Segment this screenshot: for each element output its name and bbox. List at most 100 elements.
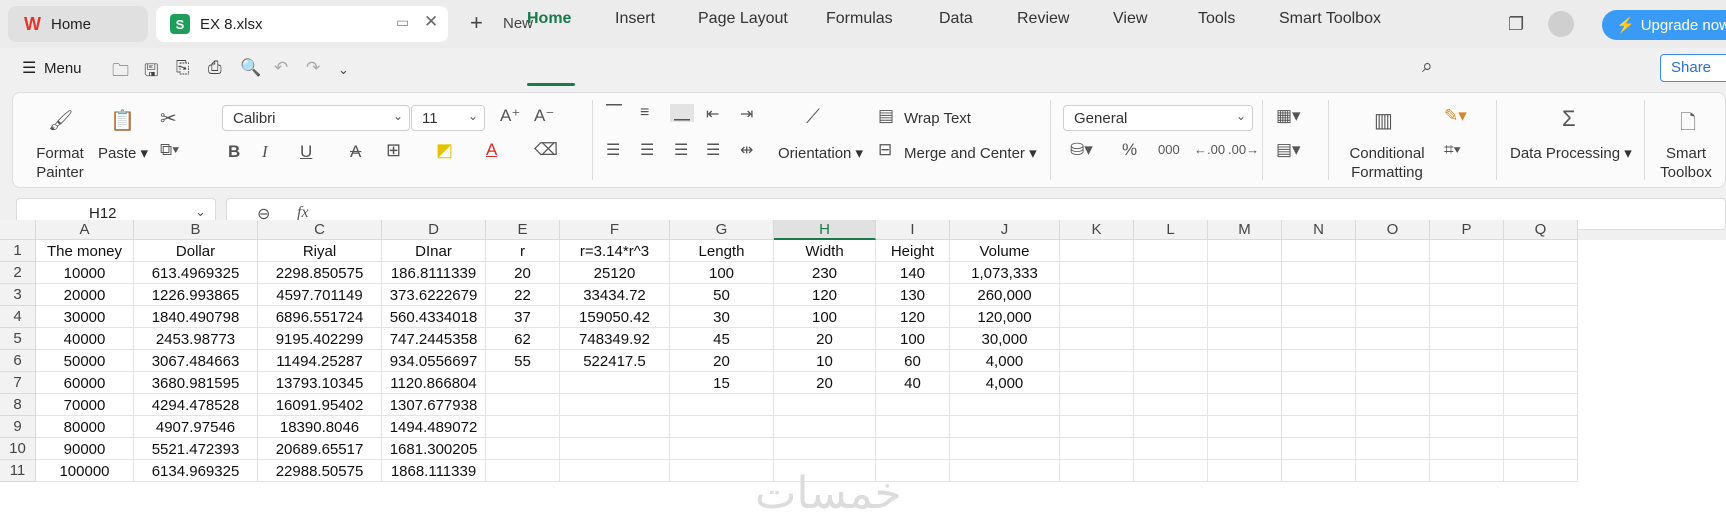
- cell-f11[interactable]: [560, 460, 670, 482]
- cell-d10[interactable]: 1681.300205: [382, 438, 486, 460]
- cell-l1[interactable]: [1134, 240, 1208, 262]
- cell-o8[interactable]: [1356, 394, 1430, 416]
- redo-icon[interactable]: ↷: [306, 58, 320, 78]
- cell-f6[interactable]: 522417.5: [560, 350, 670, 372]
- distributed-icon[interactable]: ⇹: [740, 140, 753, 160]
- cell-n10[interactable]: [1282, 438, 1356, 460]
- cell-l2[interactable]: [1134, 262, 1208, 284]
- cell-f7[interactable]: [560, 372, 670, 394]
- decrease-indent-icon[interactable]: ⇤: [706, 104, 719, 124]
- cell-n11[interactable]: [1282, 460, 1356, 482]
- cell-l10[interactable]: [1134, 438, 1208, 460]
- bold-icon[interactable]: B: [228, 142, 240, 162]
- cell-k8[interactable]: [1060, 394, 1134, 416]
- cell-d2[interactable]: 186.8111339: [382, 262, 486, 284]
- cell-e6[interactable]: 55: [486, 350, 560, 372]
- cell-c10[interactable]: 20689.65517: [258, 438, 382, 460]
- cell-m8[interactable]: [1208, 394, 1282, 416]
- cell-e4[interactable]: 37: [486, 306, 560, 328]
- cell-o4[interactable]: [1356, 306, 1430, 328]
- cell-f10[interactable]: [560, 438, 670, 460]
- cell-n5[interactable]: [1282, 328, 1356, 350]
- tab-home[interactable]: W Home: [8, 6, 148, 42]
- align-left-icon[interactable]: ☰: [606, 140, 620, 160]
- cell-p10[interactable]: [1430, 438, 1504, 460]
- cell-p4[interactable]: [1430, 306, 1504, 328]
- cell-c3[interactable]: 4597.701149: [258, 284, 382, 306]
- row-header-9[interactable]: 9: [0, 416, 36, 438]
- cell-j6[interactable]: 4,000: [950, 350, 1060, 372]
- cell-b1[interactable]: Dollar: [134, 240, 258, 262]
- data-processing-button[interactable]: Data Processing ▾: [1510, 144, 1632, 163]
- cell-j4[interactable]: 120,000: [950, 306, 1060, 328]
- cell-b11[interactable]: 6134.969325: [134, 460, 258, 482]
- cell-j7[interactable]: 4,000: [950, 372, 1060, 394]
- cell-i6[interactable]: 60: [876, 350, 950, 372]
- cell-k11[interactable]: [1060, 460, 1134, 482]
- cell-m2[interactable]: [1208, 262, 1282, 284]
- cell-d8[interactable]: 1307.677938: [382, 394, 486, 416]
- column-header-l[interactable]: L: [1134, 220, 1208, 240]
- cell-n7[interactable]: [1282, 372, 1356, 394]
- cell-n2[interactable]: [1282, 262, 1356, 284]
- cell-c7[interactable]: 13793.10345: [258, 372, 382, 394]
- copy-icon[interactable]: ⧉▾: [160, 140, 179, 160]
- cell-e5[interactable]: 62: [486, 328, 560, 350]
- cell-g1[interactable]: Length: [670, 240, 774, 262]
- menu-icon[interactable]: ☰: [22, 58, 36, 78]
- cell-q3[interactable]: [1504, 284, 1578, 306]
- export-icon[interactable]: ⎘: [176, 58, 190, 78]
- cell-a5[interactable]: 40000: [36, 328, 134, 350]
- cell-k3[interactable]: [1060, 284, 1134, 306]
- cell-g8[interactable]: [670, 394, 774, 416]
- tab-page-layout[interactable]: Page Layout: [698, 10, 788, 28]
- cell-e10[interactable]: [486, 438, 560, 460]
- cell-j1[interactable]: Volume: [950, 240, 1060, 262]
- cell-b10[interactable]: 5521.472393: [134, 438, 258, 460]
- search-icon[interactable]: ⌕: [1422, 56, 1433, 78]
- cell-o5[interactable]: [1356, 328, 1430, 350]
- row-header-10[interactable]: 10: [0, 438, 36, 460]
- cell-a6[interactable]: 50000: [36, 350, 134, 372]
- save-icon[interactable]: 🖫: [144, 58, 158, 87]
- cell-l5[interactable]: [1134, 328, 1208, 350]
- cell-a2[interactable]: 10000: [36, 262, 134, 284]
- tab-view[interactable]: View: [1113, 10, 1147, 28]
- increase-indent-icon[interactable]: ⇥: [740, 104, 753, 124]
- cell-i7[interactable]: 40: [876, 372, 950, 394]
- cell-n4[interactable]: [1282, 306, 1356, 328]
- cell-m11[interactable]: [1208, 460, 1282, 482]
- cell-g7[interactable]: 15: [670, 372, 774, 394]
- cell-q7[interactable]: [1504, 372, 1578, 394]
- cell-c2[interactable]: 2298.850575: [258, 262, 382, 284]
- row-header-11[interactable]: 11: [0, 460, 36, 482]
- cell-l6[interactable]: [1134, 350, 1208, 372]
- cell-n9[interactable]: [1282, 416, 1356, 438]
- currency-icon[interactable]: ⛁▾: [1070, 140, 1093, 160]
- cell-e8[interactable]: [486, 394, 560, 416]
- row-header-2[interactable]: 2: [0, 262, 36, 284]
- cell-o1[interactable]: [1356, 240, 1430, 262]
- cell-p9[interactable]: [1430, 416, 1504, 438]
- cell-g3[interactable]: 50: [670, 284, 774, 306]
- cell-o3[interactable]: [1356, 284, 1430, 306]
- paste-icon[interactable]: 📋: [110, 108, 135, 133]
- cell-style-icon[interactable]: ▦▾: [1276, 106, 1301, 126]
- cell-a7[interactable]: 60000: [36, 372, 134, 394]
- close-tab-icon[interactable]: ✕: [424, 12, 438, 32]
- increase-decimal-icon[interactable]: .00→: [1228, 142, 1259, 157]
- cell-b4[interactable]: 1840.490798: [134, 306, 258, 328]
- cell-a8[interactable]: 70000: [36, 394, 134, 416]
- tab-tools[interactable]: Tools: [1198, 10, 1235, 28]
- cell-i5[interactable]: 100: [876, 328, 950, 350]
- thousands-icon[interactable]: 000: [1158, 142, 1180, 157]
- cell-l3[interactable]: [1134, 284, 1208, 306]
- cell-p11[interactable]: [1430, 460, 1504, 482]
- cell-q9[interactable]: [1504, 416, 1578, 438]
- tab-home-ribbon[interactable]: Home: [527, 10, 571, 28]
- row-header-7[interactable]: 7: [0, 372, 36, 394]
- crop-icon[interactable]: ⌗▾: [1444, 140, 1461, 160]
- cell-i1[interactable]: Height: [876, 240, 950, 262]
- open-folder-icon[interactable]: 🗀: [112, 58, 129, 87]
- cell-o6[interactable]: [1356, 350, 1430, 372]
